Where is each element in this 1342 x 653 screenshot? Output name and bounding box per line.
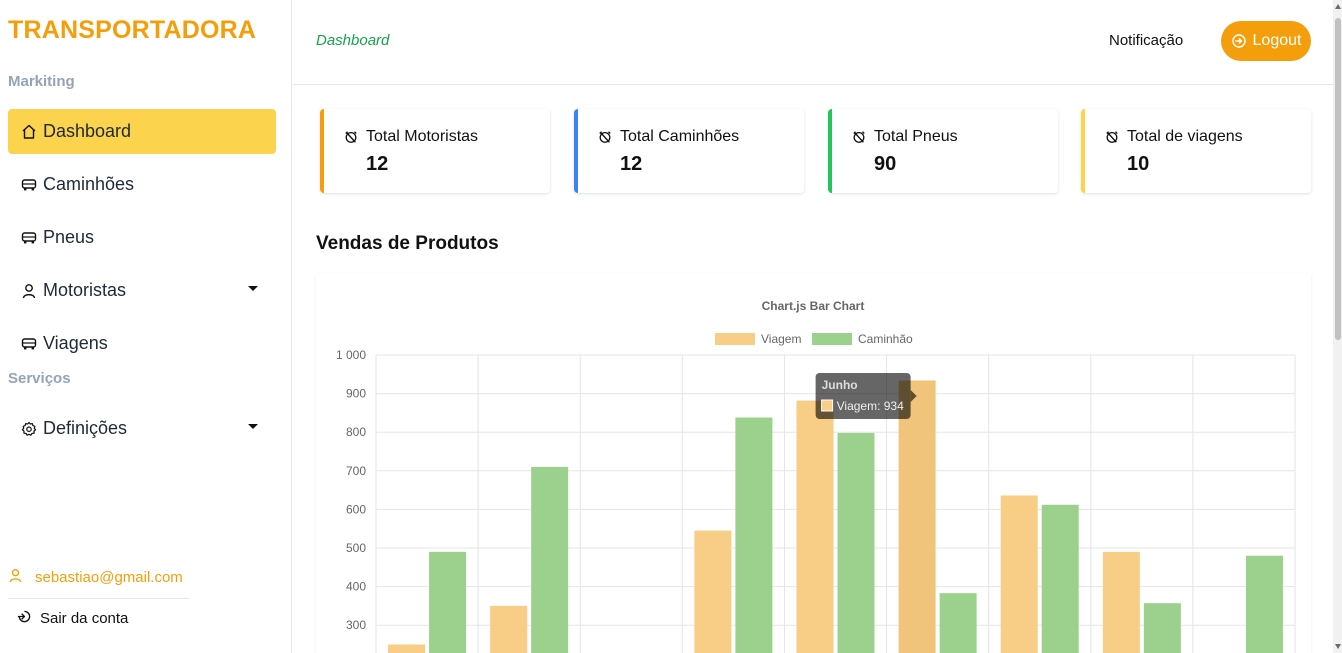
sidebar-item-label: Pneus xyxy=(43,227,95,247)
stat-value: 12 xyxy=(620,153,643,175)
chart-title: Chart.js Bar Chart xyxy=(762,299,865,313)
sidebar-item-label: Definições xyxy=(43,418,128,438)
stat-card-viagens: Total de viagens 10 xyxy=(1081,109,1311,193)
scroll-up-icon[interactable] xyxy=(1335,4,1341,9)
scrollbar[interactable] xyxy=(1333,0,1342,653)
y-tick-label: 400 xyxy=(346,580,366,594)
logout-icon xyxy=(1231,33,1247,49)
tooltip-label: Viagem: 934 xyxy=(837,399,904,413)
truck-icon xyxy=(20,176,38,194)
home-icon xyxy=(20,123,38,141)
stat-value: 12 xyxy=(366,153,389,175)
section-label-marketing: Markiting xyxy=(8,73,75,90)
legend-label: Viagem xyxy=(761,332,801,346)
alarm-off-icon xyxy=(1105,130,1119,144)
section-title: Vendas de Produtos xyxy=(316,233,499,254)
y-tick-label: 700 xyxy=(346,464,366,478)
bar-caminhão xyxy=(1245,555,1283,653)
sidebar-item-caminhoes[interactable]: Caminhões xyxy=(8,162,276,207)
divider xyxy=(8,598,190,599)
stat-card-caminhoes: Total Caminhões 12 xyxy=(574,109,804,193)
tooltip-title: Junho xyxy=(822,378,858,392)
sidebar-item-label: Dashboard xyxy=(43,121,132,141)
sidebar: TRANSPORTADORA Markiting Dashboard Camin… xyxy=(0,0,292,653)
y-tick-label: 900 xyxy=(346,387,366,401)
stat-value: 10 xyxy=(1127,153,1150,175)
user-email: sebastiao@gmail.com xyxy=(8,568,183,587)
bar-viagem xyxy=(1000,495,1038,653)
user-icon xyxy=(20,282,38,300)
y-tick-label: 500 xyxy=(346,541,366,555)
sign-out-link[interactable]: Sair da conta xyxy=(16,609,128,628)
sign-out-icon xyxy=(16,609,31,628)
bar-viagem xyxy=(694,530,732,653)
stat-value: 90 xyxy=(874,153,897,175)
truck-icon xyxy=(20,229,38,247)
sidebar-item-label: Viagens xyxy=(43,333,108,353)
bar-viagem xyxy=(388,644,426,653)
sidebar-item-label: Motoristas xyxy=(43,280,127,300)
bar-caminhão xyxy=(735,417,773,653)
alarm-off-icon xyxy=(852,130,866,144)
chevron-down-icon[interactable] xyxy=(248,424,258,429)
breadcrumb[interactable]: Dashboard xyxy=(316,32,389,49)
bar-viagem xyxy=(898,380,936,653)
section-label-services: Serviços xyxy=(8,370,71,387)
legend-swatch xyxy=(812,333,852,345)
sidebar-item-label: Caminhões xyxy=(43,174,135,194)
notification-link[interactable]: Notificação xyxy=(1109,32,1183,49)
bar-caminhão xyxy=(1143,603,1181,653)
chevron-down-icon[interactable] xyxy=(248,286,258,291)
sidebar-item-viagens[interactable]: Viagens xyxy=(8,321,276,366)
stat-label: Total de viagens xyxy=(1127,128,1243,145)
bar-caminhão xyxy=(1041,504,1079,653)
sidebar-item-definicoes[interactable]: Definições xyxy=(8,406,276,451)
sidebar-item-pneus[interactable]: Pneus xyxy=(8,215,276,260)
bar-viagem xyxy=(490,605,528,653)
bar-caminhão xyxy=(429,551,467,653)
bar-viagem xyxy=(1102,551,1140,653)
y-tick-label: 300 xyxy=(346,618,366,632)
bar-viagem xyxy=(796,400,834,653)
tooltip-swatch xyxy=(821,399,834,412)
y-tick-label: 600 xyxy=(346,502,366,516)
logout-label: Logout xyxy=(1252,32,1302,49)
user-icon xyxy=(8,568,23,587)
y-tick-label: 1 000 xyxy=(336,348,366,362)
scroll-down-icon[interactable] xyxy=(1335,644,1341,649)
bar-chart[interactable]: Chart.js Bar Chart Viagem Caminhão 1 000 900… xyxy=(316,273,1311,653)
stat-label: Total Motoristas xyxy=(366,128,479,145)
bar-caminhão xyxy=(939,593,977,653)
alarm-off-icon xyxy=(598,130,612,144)
stat-card-motoristas: Total Motoristas 12 xyxy=(320,109,550,193)
sidebar-item-dashboard[interactable]: Dashboard xyxy=(8,109,276,154)
alarm-off-icon xyxy=(344,130,358,144)
sidebar-item-motoristas[interactable]: Motoristas xyxy=(8,268,276,313)
scroll-thumb[interactable] xyxy=(1335,18,1341,340)
stat-label: Total Pneus xyxy=(874,128,958,145)
bar-caminhão xyxy=(837,432,875,653)
user-email-text: sebastiao@gmail.com xyxy=(35,569,183,586)
legend-label: Caminhão xyxy=(858,332,913,346)
stat-card-pneus: Total Pneus 90 xyxy=(828,109,1058,193)
gear-icon xyxy=(20,420,38,438)
stat-label: Total Caminhões xyxy=(620,128,740,145)
y-tick-label: 800 xyxy=(346,425,366,439)
topbar: Dashboard Notificação Logout xyxy=(293,0,1333,85)
bar-caminhão xyxy=(531,466,569,653)
legend-swatch xyxy=(715,333,755,345)
logout-button[interactable]: Logout xyxy=(1221,21,1311,61)
brand-title: TRANSPORTADORA xyxy=(8,16,257,44)
sign-out-label: Sair da conta xyxy=(40,610,129,627)
truck-icon xyxy=(20,335,38,353)
